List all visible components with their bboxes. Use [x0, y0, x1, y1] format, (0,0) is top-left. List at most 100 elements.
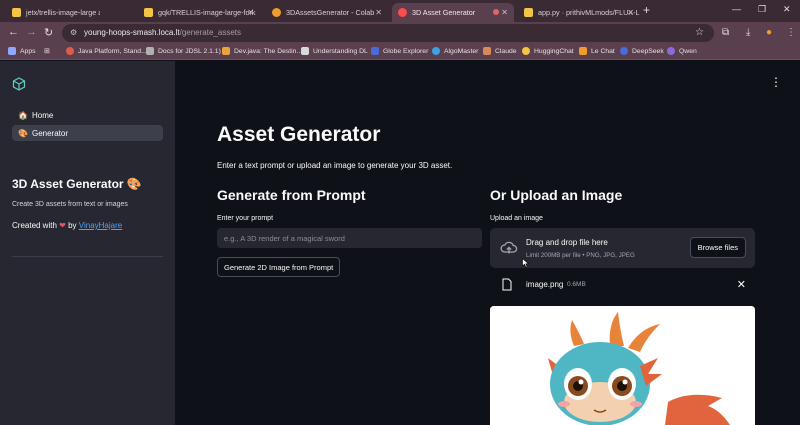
- prompt-label: Enter your prompt: [217, 215, 274, 222]
- prompt-input[interactable]: [217, 228, 482, 248]
- credit-prefix: Created with: [12, 221, 57, 230]
- close-icon[interactable]: ✕: [627, 8, 634, 17]
- upload-section-heading: Or Upload an Image: [490, 187, 623, 203]
- mouse-cursor-icon: [522, 258, 530, 268]
- dev-java-icon: [222, 47, 230, 55]
- dropzone-limit: Limit 200MB per file • PNG, JPG, JPEG: [526, 252, 635, 259]
- recording-icon: [493, 9, 499, 15]
- bookmark-item[interactable]: Le Chat: [579, 47, 615, 55]
- sidebar: 🏠 Home 🎨 Generator 3D Asset Generator 🎨 …: [0, 61, 175, 425]
- uploaded-file-row: image.png 0.6MB ✕: [490, 275, 755, 295]
- tab-title: gqk/TRELLIS-image-large-fork: [158, 8, 256, 17]
- browser-tab[interactable]: jetx/trellis-image-large at main: [6, 3, 100, 22]
- app-menu-icon[interactable]: ⋮: [770, 75, 782, 89]
- globe-icon: [371, 47, 379, 55]
- huggingface-icon: [144, 8, 153, 17]
- docs-icon: [146, 47, 154, 55]
- browser-tab[interactable]: gqk/TRELLIS-image-large-fork ✕: [138, 3, 260, 22]
- close-icon[interactable]: ✕: [501, 8, 508, 17]
- deepseek-icon: [620, 47, 628, 55]
- main-content: ⋮ Asset Generator Enter a text prompt or…: [175, 61, 800, 425]
- credit-by: by: [68, 221, 77, 230]
- remove-file-icon[interactable]: ✕: [737, 278, 746, 291]
- extensions-icon[interactable]: ⧉: [722, 27, 729, 38]
- bookmark-item[interactable]: Apps: [8, 47, 36, 55]
- huggingface-icon: [524, 8, 533, 17]
- qwen-icon: [667, 47, 675, 55]
- bookmark-item[interactable]: AlgoMaster: [432, 47, 478, 55]
- reload-icon[interactable]: ↻: [44, 26, 53, 39]
- url-path: /generate_assets: [179, 28, 241, 37]
- bookmark-star-icon[interactable]: ☆: [695, 27, 704, 38]
- browser-tab[interactable]: app.py · prithivMLmods/FLUX-L ✕: [518, 3, 640, 22]
- page-intro: Enter a text prompt or upload an image t…: [217, 161, 453, 170]
- palette-icon: 🎨: [18, 128, 28, 138]
- new-tab-icon[interactable]: +: [643, 3, 650, 17]
- close-icon[interactable]: ✕: [247, 8, 254, 17]
- cloud-upload-icon: [500, 241, 518, 254]
- dropzone-title: Drag and drop file here: [526, 238, 608, 247]
- back-icon[interactable]: ←: [8, 26, 19, 38]
- browser-menu-icon[interactable]: ⋮: [786, 27, 796, 38]
- maximize-icon[interactable]: ❐: [758, 4, 766, 15]
- cube-logo-icon: [12, 77, 26, 91]
- bookmark-item[interactable]: Globe Explorer: [371, 47, 428, 55]
- browser-toolbar: ← → ↻ ⚙ young-hoops-smash.loca.lt/genera…: [0, 22, 800, 44]
- sidebar-divider: [12, 256, 163, 257]
- browser-tab[interactable]: 3DAssetsGenerator - Colab ✕: [266, 3, 388, 22]
- dragon-illustration: [490, 306, 755, 425]
- bookmark-item[interactable]: Qwen: [667, 47, 697, 55]
- close-icon[interactable]: ✕: [375, 8, 382, 17]
- forward-icon[interactable]: →: [26, 26, 37, 38]
- browser-tab-bar: jetx/trellis-image-large at main gqk/TRE…: [0, 0, 800, 22]
- sidebar-title: 3D Asset Generator 🎨: [12, 177, 142, 191]
- sidebar-item-generator[interactable]: 🎨 Generator: [12, 125, 163, 141]
- download-icon[interactable]: ⤓: [746, 27, 750, 38]
- bookmark-item[interactable]: Dev.java: The Destin...: [222, 47, 302, 55]
- sidebar-item-label: Home: [31, 110, 54, 120]
- browser-tab-active[interactable]: 3D Asset Generator ✕: [392, 3, 514, 22]
- java-icon: [66, 47, 74, 55]
- browse-files-button[interactable]: Browse files: [689, 237, 746, 258]
- huggingchat-icon: [522, 47, 530, 55]
- claude-icon: [483, 47, 491, 55]
- bookmark-item[interactable]: Java Platform, Stand...: [66, 47, 147, 55]
- tab-title: jetx/trellis-image-large at main: [26, 8, 100, 17]
- page-title: Asset Generator: [217, 123, 381, 146]
- tab-title: 3DAssetsGenerator - Colab: [286, 8, 375, 17]
- le-chat-icon: [579, 47, 587, 55]
- colab-icon: [272, 8, 281, 17]
- author-link[interactable]: VinayHajare: [79, 221, 122, 230]
- file-icon: [502, 278, 512, 291]
- upload-label: Upload an image: [490, 215, 543, 222]
- streamlit-icon: [398, 8, 407, 17]
- url-text: young-hoops-smash.loca.lt/generate_asset…: [84, 28, 241, 37]
- file-size: 0.6MB: [567, 281, 586, 288]
- tab-title: app.py · prithivMLmods/FLUX-L: [538, 8, 640, 17]
- apps-grid-icon: [8, 47, 16, 55]
- bookmark-item[interactable]: Understanding DL: [301, 47, 368, 55]
- address-bar[interactable]: ⚙ young-hoops-smash.loca.lt/generate_ass…: [62, 24, 714, 42]
- bookmarks-bar: Apps ⊞ Java Platform, Stand... Docs for …: [0, 44, 800, 60]
- profile-avatar-icon[interactable]: ●: [766, 27, 772, 38]
- home-icon: 🏠: [18, 110, 28, 120]
- sidebar-subtitle: Create 3D assets from text or images: [12, 201, 128, 208]
- close-window-icon[interactable]: ✕: [783, 4, 791, 15]
- sidebar-item-home[interactable]: 🏠 Home: [12, 107, 163, 123]
- bookmark-item[interactable]: Claude: [483, 47, 517, 55]
- huggingface-icon: [12, 8, 21, 17]
- credit-line: Created with ❤ by VinayHajare: [12, 221, 122, 230]
- site-info-icon[interactable]: ⚙: [70, 28, 77, 37]
- tab-search-icon[interactable]: ⊞: [44, 47, 50, 55]
- url-host: young-hoops-smash.loca.lt: [84, 28, 180, 37]
- bookmark-item[interactable]: DeepSeek: [620, 47, 664, 55]
- heart-icon: ❤: [59, 221, 66, 230]
- bookmark-item[interactable]: Docs for JDSL 2.1.1): [146, 47, 221, 55]
- minimize-icon[interactable]: —: [732, 4, 741, 14]
- bookmark-page-icon: [301, 47, 309, 55]
- bookmark-item[interactable]: HuggingChat: [522, 47, 574, 55]
- algomaster-icon: [432, 47, 440, 55]
- prompt-section-heading: Generate from Prompt: [217, 187, 366, 203]
- generate-image-button[interactable]: Generate 2D Image from Prompt: [217, 257, 341, 277]
- tab-title: 3D Asset Generator: [412, 8, 476, 17]
